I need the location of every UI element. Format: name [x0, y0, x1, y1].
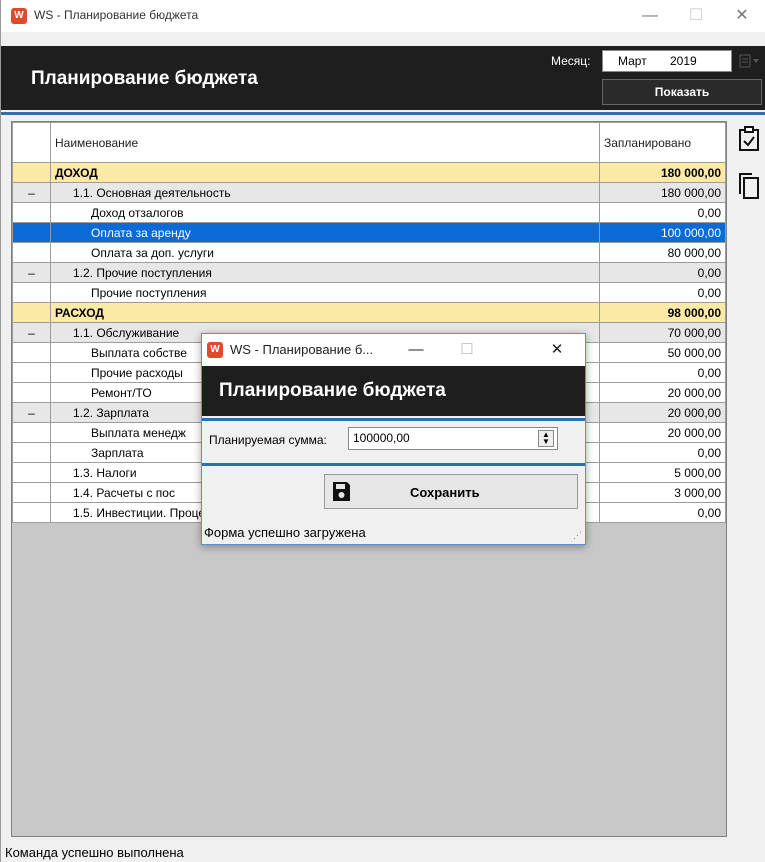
window-title: WS - Планирование бюджета — [34, 8, 199, 22]
row-planned-value[interactable]: 0,00 — [599, 202, 726, 223]
row-name: Прочие поступления — [50, 282, 600, 303]
row-toggle[interactable] — [12, 422, 51, 443]
row-name: ДОХОД — [50, 162, 600, 183]
table-row[interactable]: РАСХОД 98 000,00 — [12, 302, 726, 323]
row-planned-value[interactable]: 0,00 — [599, 502, 726, 523]
row-toggle[interactable] — [12, 502, 51, 523]
show-button[interactable]: Показать — [602, 79, 762, 105]
table-row[interactable]: Прочие поступления 0,00 — [12, 282, 726, 303]
grid-header-row: Наименование Запланировано — [12, 122, 726, 163]
row-toggle[interactable] — [12, 242, 51, 263]
dialog-logo-icon: W — [207, 342, 223, 358]
minimize-button[interactable]: — — [627, 0, 673, 32]
row-toggle[interactable]: – — [12, 182, 51, 203]
save-button[interactable]: Сохранить — [324, 474, 578, 509]
floppy-disk-icon — [332, 481, 351, 502]
table-row[interactable]: Оплата за аренду 100 000,00 — [12, 222, 726, 243]
row-planned-value[interactable]: 20 000,00 — [599, 422, 726, 443]
dialog-divider-bottom — [202, 463, 585, 466]
row-name: 1.1. Основная деятельность — [50, 182, 600, 203]
dialog-divider-top — [202, 418, 585, 421]
row-planned-value[interactable]: 0,00 — [599, 362, 726, 383]
row-planned-value[interactable]: 20 000,00 — [599, 402, 726, 423]
row-planned-value[interactable]: 0,00 — [599, 262, 726, 283]
row-name: Оплата за доп. услуги — [50, 242, 600, 263]
column-header-planned[interactable]: Запланировано — [599, 122, 726, 163]
dialog-title-bar: W WS - Планирование б... — ☐ ✕ — [202, 334, 585, 366]
title-bar: W WS - Планирование бюджета — ☐ ✕ — [1, 0, 765, 32]
page-title: Планирование бюджета — [31, 68, 258, 89]
row-planned-value[interactable]: 50 000,00 — [599, 342, 726, 363]
row-name: Доход отзалогов — [50, 202, 600, 223]
row-toggle[interactable] — [12, 362, 51, 383]
dialog-status-text: Форма успешно загружена — [204, 525, 366, 540]
row-toggle[interactable]: – — [12, 402, 51, 423]
status-bar: Команда успешно выполнена — [1, 840, 765, 862]
year-value: 2019 — [670, 54, 697, 68]
dialog-header: Планирование бюджета — [202, 366, 585, 416]
row-planned-value[interactable]: 180 000,00 — [599, 162, 726, 183]
dialog-heading: Планирование бюджета — [219, 380, 446, 401]
save-button-label: Сохранить — [410, 485, 480, 500]
header-divider — [1, 112, 765, 115]
row-planned-value[interactable]: 70 000,00 — [599, 322, 726, 343]
row-toggle[interactable] — [12, 222, 51, 243]
dialog-close-button[interactable]: ✕ — [537, 334, 577, 366]
row-name: Оплата за аренду — [50, 222, 600, 243]
row-toggle[interactable] — [12, 202, 51, 223]
row-planned-value[interactable]: 80 000,00 — [599, 242, 726, 263]
table-row[interactable]: Доход отзалогов 0,00 — [12, 202, 726, 223]
row-toggle[interactable] — [12, 442, 51, 463]
row-toggle[interactable] — [12, 342, 51, 363]
row-planned-value[interactable]: 5 000,00 — [599, 462, 726, 483]
row-toggle[interactable] — [12, 482, 51, 503]
row-toggle[interactable] — [12, 462, 51, 483]
dialog-minimize-button[interactable]: — — [396, 334, 436, 366]
status-text: Команда успешно выполнена — [5, 845, 184, 860]
row-name: РАСХОД — [50, 302, 600, 323]
row-planned-value[interactable]: 180 000,00 — [599, 182, 726, 203]
amount-label: Планируемая сумма: — [209, 433, 327, 447]
dialog-title: WS - Планирование б... — [230, 342, 374, 357]
row-toggle[interactable]: – — [12, 262, 51, 283]
dialog-maximize-button[interactable]: ☐ — [447, 334, 487, 366]
column-header-name[interactable]: Наименование — [50, 122, 600, 163]
row-toggle[interactable] — [12, 282, 51, 303]
resize-grip-icon[interactable]: ⋰ — [573, 530, 582, 541]
clipboard-check-icon[interactable] — [737, 126, 761, 151]
row-toggle[interactable] — [12, 382, 51, 403]
amount-input[interactable]: 100000,00 — [348, 427, 558, 450]
amount-dialog: W WS - Планирование б... — ☐ ✕ Планирова… — [201, 333, 586, 545]
app-logo-icon: W — [11, 8, 27, 24]
month-value: Март — [618, 54, 647, 68]
month-label: Месяц: — [551, 54, 591, 68]
row-planned-value[interactable]: 98 000,00 — [599, 302, 726, 323]
calendar-dropdown-icon[interactable] — [739, 53, 761, 71]
row-name: 1.2. Прочие поступления — [50, 262, 600, 283]
row-toggle[interactable] — [12, 162, 51, 183]
close-button[interactable]: ✕ — [719, 0, 765, 32]
row-toggle[interactable] — [12, 302, 51, 323]
row-planned-value[interactable]: 20 000,00 — [599, 382, 726, 403]
month-picker[interactable]: Март 2019 — [602, 50, 732, 72]
column-header-toggle — [12, 122, 51, 163]
copy-icon[interactable] — [737, 172, 761, 199]
row-planned-value[interactable]: 3 000,00 — [599, 482, 726, 503]
row-planned-value[interactable]: 0,00 — [599, 442, 726, 463]
table-row[interactable]: –1.1. Основная деятельность 180 000,00 — [12, 182, 726, 203]
amount-spinner[interactable]: ▲ ▼ — [538, 430, 554, 447]
table-row[interactable]: ДОХОД 180 000,00 — [12, 162, 726, 183]
row-planned-value[interactable]: 0,00 — [599, 282, 726, 303]
table-row[interactable]: –1.2. Прочие поступления 0,00 — [12, 262, 726, 283]
maximize-button[interactable]: ☐ — [673, 0, 719, 32]
row-toggle[interactable]: – — [12, 322, 51, 343]
table-row[interactable]: Оплата за доп. услуги 80 000,00 — [12, 242, 726, 263]
row-planned-value[interactable]: 100 000,00 — [599, 222, 726, 243]
